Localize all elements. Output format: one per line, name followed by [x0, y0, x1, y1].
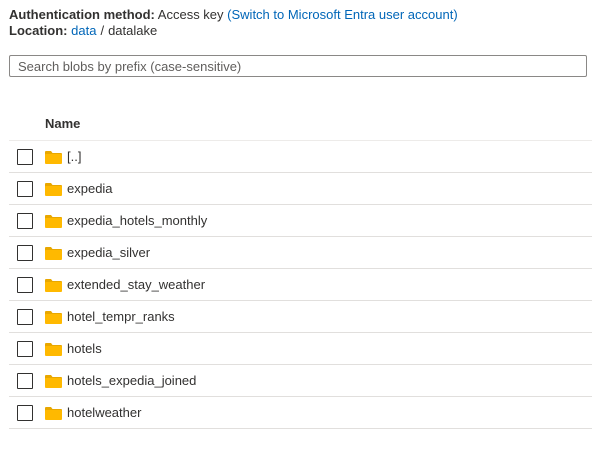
- switch-auth-link[interactable]: (Switch to Microsoft Entra user account): [227, 7, 457, 22]
- table-row[interactable]: expedia_hotels_monthly: [9, 205, 592, 237]
- row-name[interactable]: hotelweather: [67, 404, 141, 422]
- folder-icon: [45, 183, 62, 196]
- folder-icon: [45, 247, 62, 260]
- row-name[interactable]: extended_stay_weather: [67, 276, 205, 294]
- row-checkbox[interactable]: [17, 309, 33, 325]
- table-row[interactable]: expedia_silver: [9, 237, 592, 269]
- row-checkbox[interactable]: [17, 245, 33, 261]
- row-name[interactable]: [..]: [67, 148, 81, 166]
- table-row[interactable]: extended_stay_weather: [9, 269, 592, 301]
- column-header-name[interactable]: Name: [45, 116, 80, 131]
- row-name[interactable]: hotels: [67, 340, 102, 358]
- folder-icon: [45, 279, 62, 292]
- row-name[interactable]: expedia_silver: [67, 244, 150, 262]
- folder-icon: [45, 311, 62, 324]
- auth-label: Authentication method:: [9, 7, 155, 22]
- row-checkbox[interactable]: [17, 277, 33, 293]
- row-checkbox[interactable]: [17, 149, 33, 165]
- table-row[interactable]: hotelweather: [9, 397, 592, 429]
- location-label: Location:: [9, 23, 68, 38]
- row-checkbox[interactable]: [17, 373, 33, 389]
- row-name[interactable]: hotel_tempr_ranks: [67, 308, 175, 326]
- row-checkbox[interactable]: [17, 181, 33, 197]
- auth-value: Access key: [157, 7, 224, 22]
- row-checkbox[interactable]: [17, 405, 33, 421]
- row-name[interactable]: hotels_expedia_joined: [67, 372, 196, 390]
- folder-icon: [45, 151, 62, 164]
- folder-icon: [45, 215, 62, 228]
- blob-list: Name [..] expedia expedia_hotels_monthlyex…: [9, 107, 592, 429]
- breadcrumb-current-folder: datalake: [108, 23, 158, 38]
- folder-icon: [45, 375, 62, 388]
- breadcrumb-container-link[interactable]: data: [71, 23, 96, 38]
- folder-icon: [45, 407, 62, 420]
- table-row[interactable]: hotels: [9, 333, 592, 365]
- table-row[interactable]: hotels_expedia_joined: [9, 365, 592, 397]
- row-checkbox[interactable]: [17, 213, 33, 229]
- search-blobs-input[interactable]: [9, 55, 587, 77]
- blob-list-header: Name: [9, 107, 592, 141]
- breadcrumb-separator: /: [100, 23, 105, 38]
- row-name[interactable]: expedia: [67, 180, 113, 198]
- row-checkbox[interactable]: [17, 341, 33, 357]
- folder-icon: [45, 343, 62, 356]
- row-name[interactable]: expedia_hotels_monthly: [67, 212, 207, 230]
- location-breadcrumb: Location: data / datalake: [9, 22, 157, 40]
- table-row[interactable]: expedia: [9, 173, 592, 205]
- table-row[interactable]: hotel_tempr_ranks: [9, 301, 592, 333]
- table-row[interactable]: [..]: [9, 141, 592, 173]
